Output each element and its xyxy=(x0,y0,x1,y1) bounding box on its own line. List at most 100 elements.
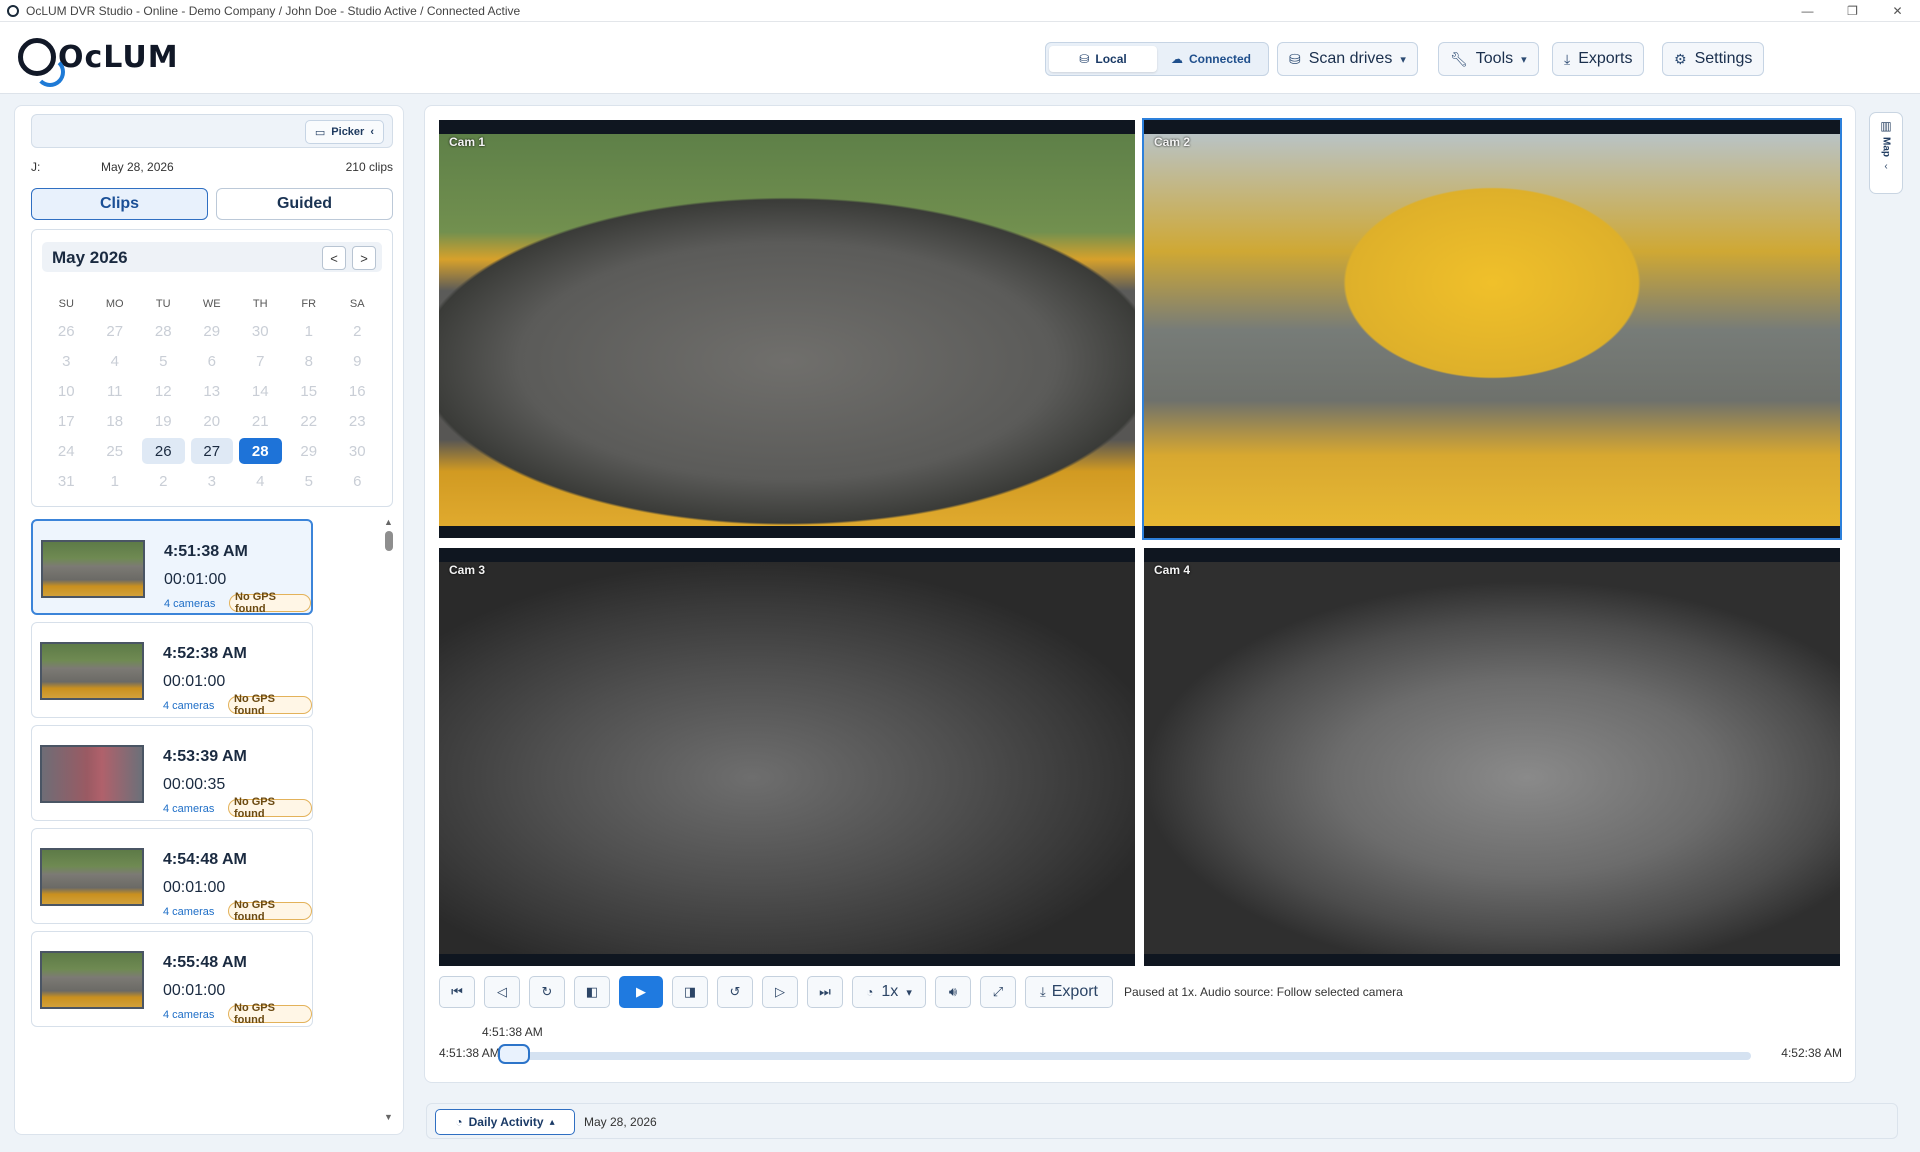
export-button[interactable]: ⤓ Export xyxy=(1025,976,1113,1008)
tab-guided[interactable]: Guided xyxy=(216,188,393,220)
calendar-day[interactable]: 19 xyxy=(139,408,188,434)
weekday-label: WE xyxy=(202,298,221,310)
calendar-day[interactable]: 18 xyxy=(91,408,140,434)
clip-cameras-link[interactable]: 4 cameras xyxy=(163,906,214,918)
close-button[interactable]: ✕ xyxy=(1875,0,1920,22)
seek-handle[interactable] xyxy=(498,1044,530,1064)
calendar-day[interactable]: 16 xyxy=(333,378,382,404)
minimize-button[interactable]: — xyxy=(1785,0,1830,22)
clip-card[interactable]: 4:54:48 AM 00:01:00 4 cameras No GPS found xyxy=(31,828,313,924)
calendar-prev-button[interactable]: < xyxy=(322,246,346,270)
prev-frame-button[interactable]: ◧ xyxy=(574,976,610,1008)
calendar-day[interactable]: 4 xyxy=(91,348,140,374)
tools-button[interactable]: 🔧︎ Tools ▾ xyxy=(1438,42,1539,76)
map-toggle[interactable]: ▥ Map ‹ xyxy=(1869,112,1903,194)
calendar-day[interactable]: 30 xyxy=(236,318,285,344)
calendar-day[interactable]: 22 xyxy=(285,408,334,434)
clip-thumbnail xyxy=(40,642,144,700)
clip-time: 4:51:38 AM xyxy=(164,543,248,560)
settings-button[interactable]: ⚙ Settings xyxy=(1662,42,1765,76)
calendar-day[interactable]: 25 xyxy=(91,438,140,464)
calendar-day[interactable]: 2 xyxy=(333,318,382,344)
volume-button[interactable]: 🔊︎ xyxy=(935,976,971,1008)
calendar-day[interactable]: 8 xyxy=(285,348,334,374)
calendar-day[interactable]: 5 xyxy=(139,348,188,374)
calendar-day[interactable]: 9 xyxy=(333,348,382,374)
rewind-button[interactable]: ↻ xyxy=(529,976,565,1008)
clip-card[interactable]: 4:53:39 AM 00:00:35 4 cameras No GPS found xyxy=(31,725,313,821)
weekday-label: SA xyxy=(349,298,365,310)
camera-feed xyxy=(439,134,1135,526)
camera-view-4[interactable]: Cam 4 xyxy=(1144,548,1840,966)
play-button[interactable]: ▶ xyxy=(619,976,663,1008)
app-header: OcLUM ⛁ Local ☁ Connected ⛁ Scan drives … xyxy=(0,22,1920,94)
weekday-label: MO xyxy=(105,298,124,310)
calendar-day[interactable]: 6 xyxy=(333,468,382,494)
calendar-next-button[interactable]: > xyxy=(352,246,376,270)
camera-view-1[interactable]: Cam 1 xyxy=(439,120,1135,538)
calendar-day[interactable]: 21 xyxy=(236,408,285,434)
calendar-day[interactable]: 3 xyxy=(188,468,237,494)
clip-card[interactable]: 4:51:38 AM 00:01:00 4 cameras No GPS found xyxy=(31,519,313,615)
clip-duration: 00:01:00 xyxy=(163,879,226,896)
scroll-down-icon[interactable]: ▼ xyxy=(384,1112,393,1122)
calendar-day[interactable]: 1 xyxy=(285,318,334,344)
calendar-day[interactable]: 12 xyxy=(139,378,188,404)
fullscreen-button[interactable]: ⤢ xyxy=(980,976,1016,1008)
clip-card[interactable]: 4:52:38 AM 00:01:00 4 cameras No GPS found xyxy=(31,622,313,718)
clip-cameras-link[interactable]: 4 cameras xyxy=(164,598,215,610)
daily-activity-label: Daily Activity xyxy=(468,1115,544,1129)
clip-cameras-link[interactable]: 4 cameras xyxy=(163,803,214,815)
calendar-day[interactable]: 26 xyxy=(142,438,185,464)
calendar-day[interactable]: 10 xyxy=(42,378,91,404)
mode-connected-button[interactable]: ☁ Connected xyxy=(1157,46,1265,72)
camera-view-2[interactable]: Cam 2 xyxy=(1142,118,1842,540)
calendar-day[interactable]: 20 xyxy=(188,408,237,434)
calendar-day[interactable]: 29 xyxy=(285,438,334,464)
calendar-day[interactable]: 29 xyxy=(188,318,237,344)
next-frame-button[interactable]: ◨ xyxy=(672,976,708,1008)
tab-clips[interactable]: Clips xyxy=(31,188,208,220)
clip-cameras-link[interactable]: 4 cameras xyxy=(163,1009,214,1021)
clip-card[interactable]: 4:55:48 AM 00:01:00 4 cameras No GPS found xyxy=(31,931,313,1027)
calendar-day[interactable]: 2 xyxy=(139,468,188,494)
calendar-day[interactable]: 13 xyxy=(188,378,237,404)
skip-start-button[interactable]: ⏮ xyxy=(439,976,475,1008)
calendar-day[interactable]: 7 xyxy=(236,348,285,374)
seek-track[interactable] xyxy=(501,1052,1751,1060)
camera-view-3[interactable]: Cam 3 xyxy=(439,548,1135,966)
step-back-button[interactable]: ◁ xyxy=(484,976,520,1008)
clip-cameras-link[interactable]: 4 cameras xyxy=(163,700,214,712)
daily-activity-button[interactable]: ◔ Daily Activity ▴ xyxy=(435,1109,575,1135)
calendar-day[interactable]: 28 xyxy=(139,318,188,344)
calendar-day[interactable]: 23 xyxy=(333,408,382,434)
calendar-day[interactable]: 3 xyxy=(42,348,91,374)
calendar-day[interactable]: 1 xyxy=(91,468,140,494)
calendar-day[interactable]: 11 xyxy=(91,378,140,404)
calendar-day[interactable]: 6 xyxy=(188,348,237,374)
mode-local-button[interactable]: ⛁ Local xyxy=(1049,46,1157,72)
calendar-day[interactable]: 27 xyxy=(91,318,140,344)
maximize-button[interactable]: ❐ xyxy=(1830,0,1875,22)
calendar-day[interactable]: 24 xyxy=(42,438,91,464)
calendar-day[interactable]: 15 xyxy=(285,378,334,404)
skip-end-button[interactable]: ⏭ xyxy=(807,976,843,1008)
calendar-day[interactable]: 5 xyxy=(285,468,334,494)
forward-button[interactable]: ↺ xyxy=(717,976,753,1008)
picker-button[interactable]: ▭ Picker ‹ xyxy=(304,120,384,144)
calendar-day[interactable]: 31 xyxy=(42,468,91,494)
calendar-day[interactable]: 30 xyxy=(333,438,382,464)
clip-list-scrollbar[interactable] xyxy=(385,531,393,551)
calendar-day[interactable]: 26 xyxy=(42,318,91,344)
step-forward-button[interactable]: ▷ xyxy=(762,976,798,1008)
scan-drives-button[interactable]: ⛁ Scan drives ▾ xyxy=(1277,42,1418,76)
wrench-icon: 🔧︎ xyxy=(1450,50,1468,67)
calendar-day[interactable]: 14 xyxy=(236,378,285,404)
scroll-up-icon[interactable]: ▲ xyxy=(384,517,393,527)
speed-select[interactable]: ◔ 1x ▾ xyxy=(852,976,926,1008)
calendar-day[interactable]: 4 xyxy=(236,468,285,494)
calendar-day[interactable]: 28 xyxy=(239,438,282,464)
calendar-day[interactable]: 27 xyxy=(190,438,233,464)
calendar-day[interactable]: 17 xyxy=(42,408,91,434)
exports-button[interactable]: ⤓ Exports xyxy=(1552,42,1645,76)
